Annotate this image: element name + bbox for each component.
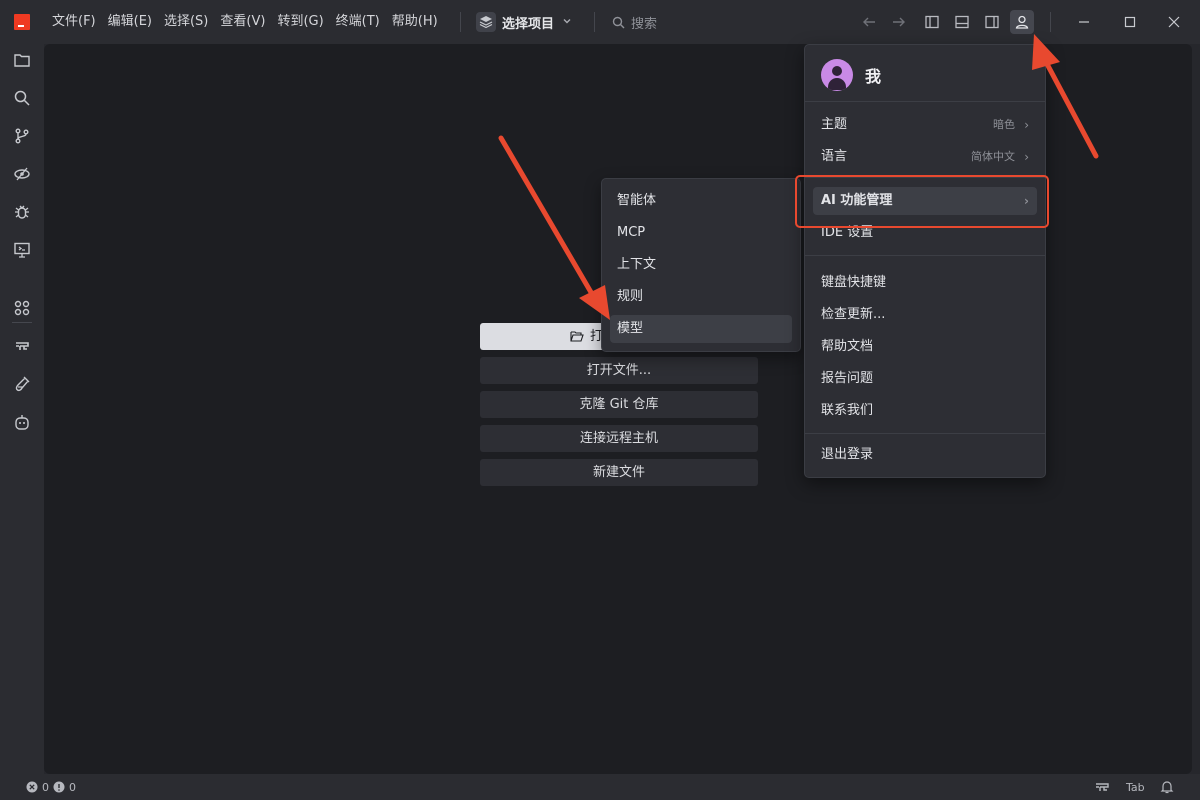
divider (805, 433, 1045, 434)
error-count: 0 (42, 780, 49, 794)
user-header: 我 (821, 59, 881, 91)
explorer-icon[interactable] (12, 50, 32, 70)
divider (1050, 12, 1051, 32)
project-label: 选择项目 (502, 16, 555, 32)
search-placeholder: 搜索 (631, 16, 658, 32)
testing-flask-icon[interactable] (12, 374, 32, 394)
user-account-icon[interactable] (1010, 10, 1034, 34)
error-icon (26, 781, 38, 793)
avatar (821, 59, 853, 91)
warning-icon (53, 781, 65, 793)
language-value: 简体中文 (971, 150, 1015, 163)
search-box[interactable]: 搜索 (612, 12, 657, 32)
menu-go[interactable]: 转到(G) (271, 9, 329, 35)
menu-item-keyboard-shortcuts[interactable]: 键盘快捷键 (813, 269, 1037, 297)
menu-item-contact-us[interactable]: 联系我们 (813, 397, 1037, 425)
deploy-icon[interactable] (12, 336, 32, 356)
highlight-box (795, 175, 1049, 228)
deploy-status-icon[interactable] (1094, 780, 1110, 794)
clone-repo-button[interactable]: 克隆 Git 仓库 (480, 391, 758, 418)
theme-value: 暗色 (993, 118, 1015, 131)
user-name: 我 (865, 67, 882, 86)
search-icon[interactable] (12, 88, 32, 108)
toggle-left-panel-icon[interactable] (920, 10, 944, 34)
menu-file[interactable]: 文件(F) (46, 9, 102, 35)
menu-item-theme[interactable]: 主题 暗色 › (813, 111, 1037, 139)
ai-robot-icon[interactable] (12, 412, 32, 432)
toggle-bottom-panel-icon[interactable] (950, 10, 974, 34)
divider (805, 255, 1045, 256)
language-label: 语言 (821, 149, 848, 164)
user-menu: 我 主题 暗色 › 语言 简体中文 › AI 功能管理 › IDE 设置 键盘快… (804, 44, 1046, 478)
app-logo (14, 14, 30, 30)
notification-bell-icon[interactable] (1160, 780, 1174, 794)
folder-open-icon (570, 331, 584, 342)
submenu-item-context[interactable]: 上下文 (610, 251, 792, 279)
menu-help[interactable]: 帮助(H) (386, 9, 444, 35)
submenu-item-rules[interactable]: 规则 (610, 283, 792, 311)
warning-count: 0 (69, 780, 76, 794)
minimize-icon[interactable] (1070, 8, 1098, 36)
close-icon[interactable] (1160, 8, 1188, 36)
maximize-icon[interactable] (1116, 8, 1144, 36)
divider (594, 12, 595, 32)
remote-monitor-icon[interactable] (12, 240, 32, 260)
open-file-button[interactable]: 打开文件... (480, 357, 758, 384)
menu-item-help-docs[interactable]: 帮助文档 (813, 333, 1037, 361)
menu-item-logout[interactable]: 退出登录 (813, 441, 1037, 469)
tab-indicator[interactable]: Tab (1126, 780, 1145, 794)
project-selector[interactable]: 选择项目 (476, 10, 572, 34)
submenu-item-agents[interactable]: 智能体 (610, 187, 792, 215)
chevron-down-icon (562, 16, 572, 29)
problems-indicator[interactable]: 0 0 (26, 780, 76, 794)
submenu-item-models[interactable]: 模型 (610, 315, 792, 343)
forward-arrow-icon[interactable] (887, 10, 911, 34)
layers-icon (476, 12, 496, 32)
menu-item-language[interactable]: 语言 简体中文 › (813, 143, 1037, 171)
search-icon (612, 16, 625, 28)
toggle-right-panel-icon[interactable] (980, 10, 1004, 34)
bug-icon[interactable] (12, 202, 32, 222)
ai-submenu: 智能体 MCP 上下文 规则 模型 (601, 178, 801, 352)
menu-view[interactable]: 查看(V) (214, 9, 271, 35)
activity-bar (0, 44, 44, 774)
menu-item-check-updates[interactable]: 检查更新... (813, 301, 1037, 329)
extensions-icon[interactable] (12, 298, 32, 318)
menu-selection[interactable]: 选择(S) (158, 9, 214, 35)
menu-item-report-issue[interactable]: 报告问题 (813, 365, 1037, 393)
divider (460, 12, 461, 32)
run-debug-icon[interactable] (12, 164, 32, 184)
source-control-icon[interactable] (12, 126, 32, 146)
submenu-item-mcp[interactable]: MCP (610, 219, 792, 247)
menu-terminal[interactable]: 终端(T) (330, 9, 386, 35)
status-bar: 0 0 Tab (0, 774, 1200, 800)
back-arrow-icon[interactable] (857, 10, 881, 34)
new-file-button[interactable]: 新建文件 (480, 459, 758, 486)
connect-remote-button[interactable]: 连接远程主机 (480, 425, 758, 452)
title-bar: 文件(F) 编辑(E) 选择(S) 查看(V) 转到(G) 终端(T) 帮助(H… (0, 0, 1200, 44)
divider (805, 101, 1045, 102)
chevron-right-icon: › (1024, 150, 1029, 164)
divider (12, 322, 32, 323)
menu-edit[interactable]: 编辑(E) (102, 9, 158, 35)
menu-bar: 文件(F) 编辑(E) 选择(S) 查看(V) 转到(G) 终端(T) 帮助(H… (46, 0, 444, 44)
theme-label: 主题 (821, 117, 848, 132)
chevron-right-icon: › (1024, 118, 1029, 132)
